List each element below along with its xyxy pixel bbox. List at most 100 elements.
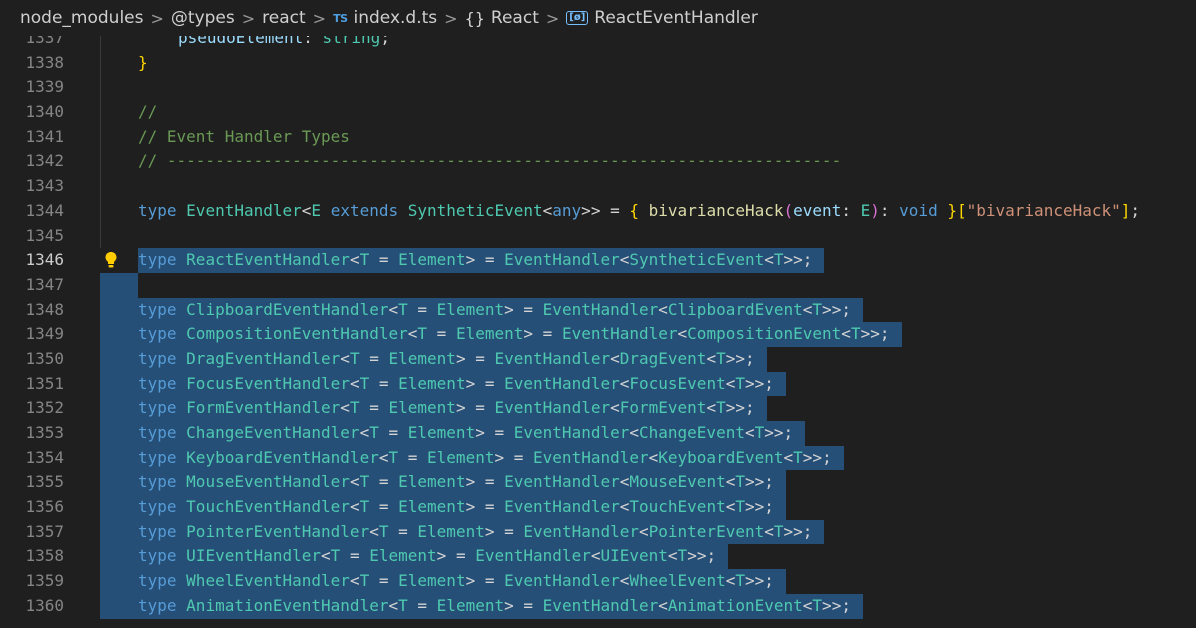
code-line[interactable]: 1346 type ReactEventHandler<T = Element> … [0, 248, 1196, 273]
indent-guide [100, 124, 101, 150]
code-text: type ClipboardEventHandler<T = Element> … [138, 297, 863, 323]
code-text: type DragEventHandler<T = Element> = Eve… [138, 346, 767, 372]
line-number: 1346 [25, 250, 64, 270]
line-number: 1347 [25, 274, 64, 294]
selection-highlight [100, 495, 138, 520]
selection-highlight [100, 569, 138, 594]
code-text: type WheelEventHandler<T = Element> = Ev… [138, 569, 786, 594]
line-number: 1339 [25, 77, 64, 97]
code-text: type AnimationEventHandler<T = Element> … [138, 593, 863, 619]
code-text: type FocusEventHandler<T = Element> = Ev… [138, 371, 786, 397]
breadcrumb-item-node-modules[interactable]: node_modules [20, 8, 144, 28]
indent-guide [100, 100, 101, 125]
indent-guide [100, 223, 101, 249]
indent-guide [100, 149, 101, 175]
line-number: 1338 [25, 52, 64, 72]
selection-highlight [100, 544, 138, 570]
selection-highlight [100, 593, 138, 619]
code-line[interactable]: 1345 [0, 223, 1196, 249]
code-line[interactable]: 1357 type PointerEventHandler<T = Element… [0, 519, 1196, 545]
selection-highlight [100, 396, 138, 421]
code-line[interactable]: 1350 type DragEventHandler<T = Element> =… [0, 346, 1196, 372]
indent-guide [100, 75, 101, 101]
selection-highlight [100, 371, 138, 397]
code-line[interactable]: 1343 [0, 174, 1196, 199]
line-number: 1354 [25, 447, 64, 467]
code-line[interactable]: 1354 type KeyboardEventHandler<T = Elemen… [0, 445, 1196, 471]
code-line[interactable]: 1360 type AnimationEventHandler<T = Eleme… [0, 593, 1196, 619]
selection-highlight [100, 470, 138, 496]
selection-highlight [100, 519, 138, 545]
selection-highlight [100, 346, 138, 372]
code-line[interactable]: 1352 type FormEventHandler<T = Element> =… [0, 396, 1196, 421]
line-number: 1340 [25, 102, 64, 122]
code-line[interactable]: 1341 // Event Handler Types [0, 124, 1196, 150]
code-line[interactable]: 1339 [0, 75, 1196, 101]
line-number: 1345 [25, 225, 64, 245]
line-number: 1350 [25, 348, 64, 368]
chevron-right-icon: > [545, 8, 560, 28]
code-text: type PointerEventHandler<T = Element> = … [138, 519, 825, 545]
code-line[interactable]: 1347 [0, 272, 1196, 298]
code-line[interactable]: 1348 type ClipboardEventHandler<T = Eleme… [0, 297, 1196, 323]
code-line[interactable]: 1355 type MouseEventHandler<T = Element> … [0, 470, 1196, 496]
code-line[interactable]: 1353 type ChangeEventHandler<T = Element>… [0, 421, 1196, 446]
code-line[interactable]: 1359 type WheelEventHandler<T = Element> … [0, 569, 1196, 594]
line-number: 1352 [25, 398, 64, 418]
code-line[interactable]: 1337 pseudoElement: string; [0, 36, 1196, 51]
code-text: type TouchEventHandler<T = Element> = Ev… [138, 495, 786, 520]
selection-highlight [100, 272, 116, 298]
code-line[interactable]: 1349 type CompositionEventHandler<T = Ele… [0, 322, 1196, 347]
typescript-file-icon: TS [333, 11, 348, 25]
line-number: 1358 [25, 546, 64, 566]
line-number: 1344 [25, 200, 64, 220]
line-number: 1337 [25, 36, 64, 47]
code-text: // -------------------------------------… [138, 151, 842, 171]
code-text: } [138, 52, 148, 72]
line-number: 1360 [25, 595, 64, 615]
editor-lines: 1337 pseudoElement: string; 1338} 1339 1340/… [0, 36, 1196, 619]
breadcrumb-item-react-namespace[interactable]: {} React [465, 8, 539, 28]
breadcrumb-item-index-d-ts[interactable]: TS index.d.ts [333, 8, 437, 28]
code-text: type MouseEventHandler<T = Element> = Ev… [138, 470, 786, 496]
code-text: type EventHandler<E extends SyntheticEve… [138, 200, 1141, 220]
line-number: 1355 [25, 472, 64, 492]
line-number: 1356 [25, 497, 64, 517]
selection-highlight [100, 297, 138, 323]
line-number: 1351 [25, 373, 64, 393]
chevron-right-icon: > [312, 8, 327, 28]
code-text: type ReactEventHandler<T = Element> = Ev… [138, 248, 825, 273]
code-text: // Event Handler Types [138, 126, 350, 146]
breadcrumb-label: @types [170, 8, 235, 28]
line-number: 1353 [25, 423, 64, 442]
variable-icon: [ø] [566, 11, 589, 25]
line-number: 1342 [25, 151, 64, 171]
breadcrumb-label: react [262, 8, 306, 28]
line-number: 1348 [25, 299, 64, 319]
code-line[interactable]: 1338} [0, 50, 1196, 76]
indent-guide [100, 36, 101, 51]
code-text: type FormEventHandler<T = Element> = Eve… [138, 396, 767, 421]
lightbulb-icon[interactable] [104, 251, 118, 269]
code-line[interactable]: 1358 type UIEventHandler<T = Element> = E… [0, 544, 1196, 570]
code-editor[interactable]: 1337 pseudoElement: string; 1338} 1339 1340/… [0, 36, 1196, 628]
code-line[interactable]: 1340 // [0, 100, 1196, 125]
code-text: type CompositionEventHandler<T = Element… [138, 322, 902, 347]
code-text: // [138, 102, 158, 122]
breadcrumb-item-react[interactable]: react [262, 8, 306, 28]
chevron-right-icon: > [150, 8, 164, 28]
code-line[interactable]: 1342 // ---------------------------------… [0, 149, 1196, 175]
selection-highlight [100, 421, 138, 446]
breadcrumb-item-types[interactable]: @types [171, 8, 235, 28]
code-line[interactable]: 1344 type EventHandler<E extends Syntheti… [0, 198, 1196, 224]
breadcrumb-label: React [490, 8, 539, 28]
selection-highlight [100, 322, 138, 347]
code-line[interactable]: 1356 type TouchEventHandler<T = Element> … [0, 495, 1196, 520]
indent-guide [100, 50, 101, 76]
code-line[interactable]: 1351 type FocusEventHandler<T = Element> … [0, 371, 1196, 397]
chevron-right-icon: > [444, 8, 458, 28]
breadcrumb-item-react-event-handler[interactable]: [ø] ReactEventHandler [566, 8, 758, 28]
selection-highlight [100, 445, 138, 471]
line-number: 1341 [25, 126, 64, 146]
line-number: 1349 [25, 324, 64, 344]
